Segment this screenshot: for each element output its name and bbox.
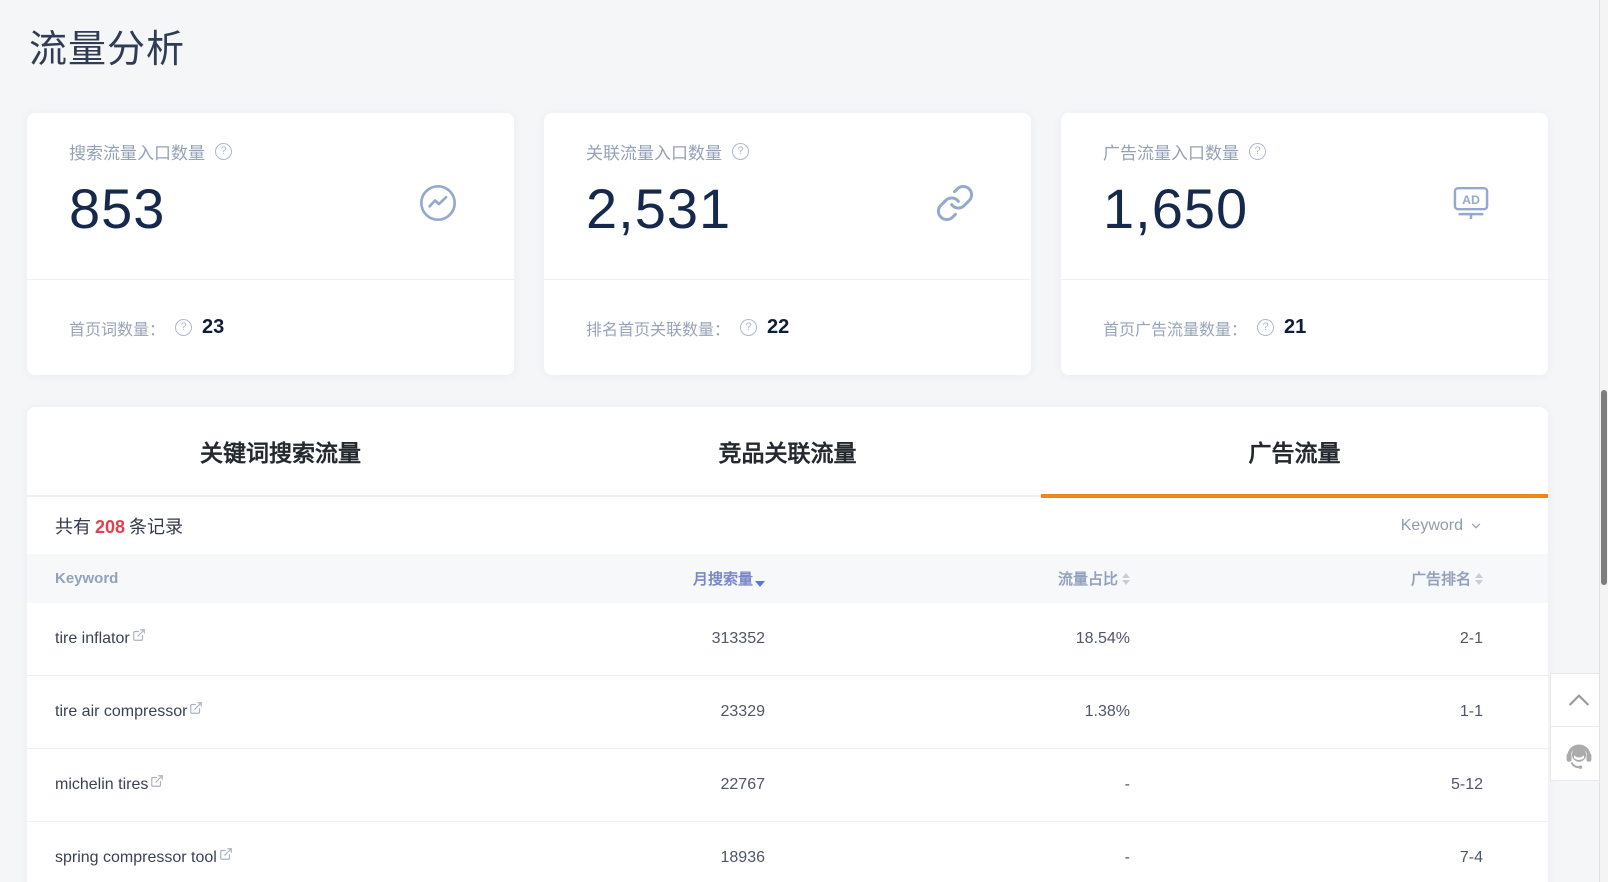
- keyword-text: spring compressor tool: [55, 849, 217, 866]
- traffic-share-cell: 1.38%: [1084, 703, 1130, 720]
- stat-card-top: 搜索流量入口数量 ? 853: [27, 113, 514, 280]
- stat-card-top: 广告流量入口数量 ? 1,650 AD: [1061, 113, 1548, 280]
- stat-card-footer-label: 首页词数量：: [69, 321, 166, 339]
- column-label: Keyword: [55, 570, 119, 587]
- headset-agent-icon: [1566, 743, 1591, 769]
- traffic-share-cell: -: [1124, 776, 1130, 793]
- records-prefix: 共有: [55, 516, 91, 537]
- traffic-share-cell: -: [1124, 849, 1130, 866]
- stat-card-footer-value: 23: [202, 316, 225, 338]
- column-header-ad-rank[interactable]: 广告排名: [1130, 568, 1483, 589]
- table-row: tire air compressor 23329 1.38% 1-1: [27, 676, 1548, 749]
- traffic-share-cell: 18.54%: [1075, 630, 1130, 647]
- ad-screen-icon: AD: [1450, 183, 1492, 279]
- keyword-text: michelin tires: [55, 776, 149, 793]
- table-row: michelin tires 22767 - 5-12: [27, 749, 1548, 822]
- help-icon[interactable]: ?: [732, 143, 749, 160]
- tab-label: 广告流量: [1248, 440, 1341, 466]
- chevron-down-icon: [1471, 523, 1481, 528]
- stat-card-footer: 首页词数量： ? 23: [27, 280, 514, 375]
- records-row: 共有 208 条记录 Keyword: [27, 497, 1548, 554]
- trend-circle-icon: [418, 183, 458, 279]
- stat-card-label: 广告流量入口数量: [1103, 144, 1239, 163]
- tab-label: 竞品关联流量: [718, 440, 857, 466]
- table-row: spring compressor tool 18936 - 7-4: [27, 822, 1548, 882]
- page-title: 流量分析: [29, 29, 186, 71]
- tab-competitor-associated-traffic[interactable]: 竞品关联流量: [534, 407, 1041, 495]
- ad-rank-cell: 2-1: [1459, 630, 1483, 647]
- stat-card-top: 关联流量入口数量 ? 2,531: [544, 113, 1031, 280]
- column-label: 流量占比: [1057, 571, 1118, 588]
- tab-label: 关键词搜索流量: [200, 440, 361, 466]
- stat-card-search-traffic: 搜索流量入口数量 ? 853 首页词数量： ? 23: [27, 113, 514, 375]
- keyword-cell[interactable]: spring compressor tool: [55, 847, 495, 867]
- tab-keyword-search-traffic[interactable]: 关键词搜索流量: [27, 407, 534, 495]
- traffic-table-panel: 关键词搜索流量 竞品关联流量 广告流量 共有 208 条记录 Keyword Key…: [27, 407, 1548, 882]
- stat-card-footer-label: 首页广告流量数量：: [1103, 321, 1248, 339]
- monthly-searches-cell: 23329: [720, 703, 766, 720]
- stat-card-footer: 排名首页关联数量： ? 22: [544, 280, 1031, 375]
- chevron-up-icon: [1568, 694, 1589, 706]
- records-summary: 共有 208 条记录: [55, 513, 183, 539]
- sort-carets-icon[interactable]: [1475, 572, 1483, 585]
- sort-carets-icon[interactable]: [1122, 572, 1130, 585]
- help-icon[interactable]: ?: [175, 319, 193, 336]
- stat-card-value: 2,531: [586, 177, 732, 240]
- monthly-searches-cell: 22767: [720, 776, 766, 793]
- ad-rank-cell: 1-1: [1459, 703, 1483, 720]
- stat-card-value: 853: [69, 177, 166, 240]
- stat-card-footer-label: 排名首页关联数量：: [586, 321, 731, 339]
- help-icon[interactable]: ?: [215, 143, 232, 160]
- ad-rank-cell: 5-12: [1450, 776, 1483, 793]
- stat-card-label: 关联流量入口数量: [586, 144, 722, 163]
- tab-ad-traffic[interactable]: 广告流量: [1041, 407, 1548, 498]
- stat-card-footer-value: 21: [1284, 316, 1307, 338]
- column-header-monthly-searches[interactable]: 月搜索量: [495, 568, 765, 589]
- keyword-filter-dropdown[interactable]: Keyword: [1401, 517, 1483, 535]
- column-header-traffic-share[interactable]: 流量占比: [765, 568, 1130, 589]
- ad-rank-cell: 7-4: [1459, 849, 1483, 866]
- keyword-cell[interactable]: tire inflator: [55, 628, 495, 648]
- records-count: 208: [95, 516, 126, 537]
- stat-card-footer: 首页广告流量数量： ? 21: [1061, 280, 1548, 375]
- keyword-text: tire air compressor: [55, 703, 188, 720]
- column-header-keyword[interactable]: Keyword: [55, 570, 495, 587]
- stat-card-value: 1,650: [1103, 177, 1249, 240]
- keyword-cell[interactable]: tire air compressor: [55, 701, 495, 721]
- column-label: 月搜索量: [692, 571, 753, 588]
- monthly-searches-cell: 18936: [720, 849, 766, 866]
- scrollbar-thumb[interactable]: [1601, 390, 1607, 585]
- table-header-row: Keyword 月搜索量 流量占比 广告排名: [27, 554, 1548, 603]
- records-suffix: 条记录: [129, 516, 184, 537]
- column-label: 广告排名: [1410, 571, 1471, 588]
- sort-desc-icon[interactable]: [755, 580, 765, 587]
- stat-card-associated-traffic: 关联流量入口数量 ? 2,531 排名首页关联数量： ? 22: [544, 113, 1031, 375]
- external-link-icon[interactable]: [189, 701, 203, 715]
- stat-card-footer-value: 22: [767, 316, 790, 338]
- help-icon[interactable]: ?: [1249, 143, 1266, 160]
- stat-card-label: 搜索流量入口数量: [69, 144, 205, 163]
- svg-text:AD: AD: [1462, 193, 1480, 207]
- external-link-icon[interactable]: [219, 847, 233, 861]
- page-scrollbar[interactable]: [1599, 0, 1608, 882]
- stat-cards-row: 搜索流量入口数量 ? 853 首页词数量： ? 23 关联流量入口数量 ? 2,…: [27, 113, 1548, 375]
- link-icon: [935, 183, 975, 279]
- filter-selected-value: Keyword: [1400, 516, 1463, 534]
- keyword-cell[interactable]: michelin tires: [55, 774, 495, 794]
- main-content: 流量分析 搜索流量入口数量 ? 853 首页词数量： ? 23 关联流量入口数量…: [27, 0, 1548, 882]
- stat-card-ad-traffic: 广告流量入口数量 ? 1,650 AD 首页广告流量数量： ? 21: [1061, 113, 1548, 375]
- tab-bar: 关键词搜索流量 竞品关联流量 广告流量: [27, 407, 1548, 498]
- table-row: tire inflator 313352 18.54% 2-1: [27, 603, 1548, 676]
- external-link-icon[interactable]: [150, 774, 164, 788]
- help-icon[interactable]: ?: [1257, 319, 1275, 336]
- help-icon[interactable]: ?: [740, 319, 758, 336]
- keyword-text: tire inflator: [55, 630, 130, 647]
- external-link-icon[interactable]: [132, 628, 146, 642]
- monthly-searches-cell: 313352: [711, 630, 765, 647]
